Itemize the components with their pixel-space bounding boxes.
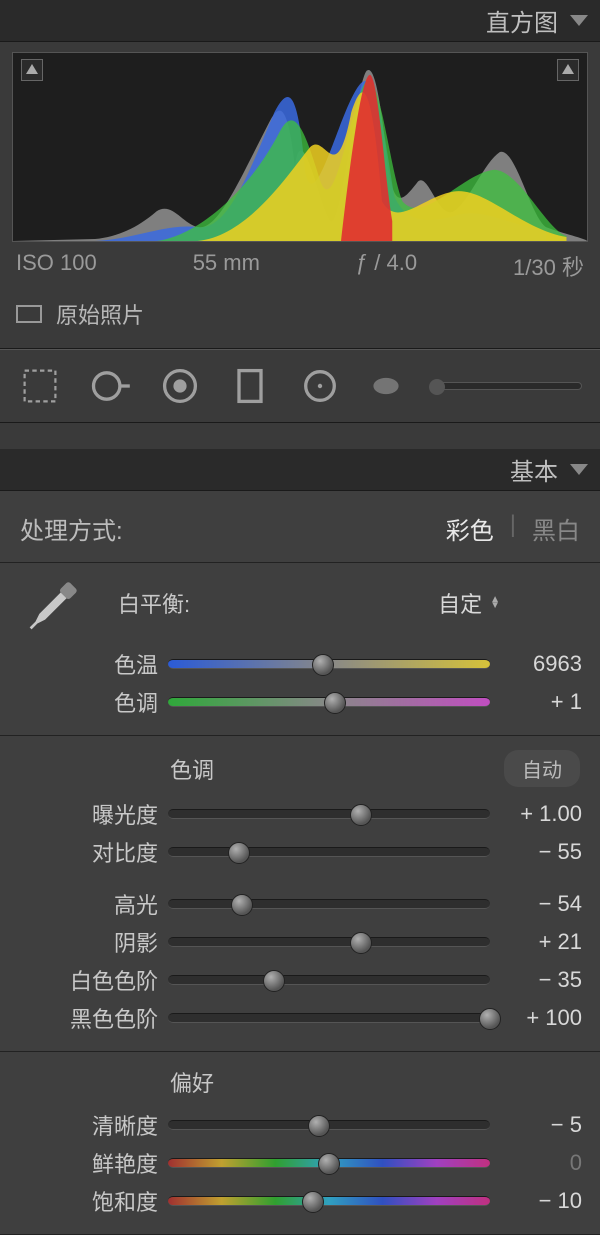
presence-group-header: 偏好 — [0, 1052, 600, 1106]
basic-panel: 处理方式: 彩色 | 黑白 白平衡: 自定 ▲▼ 色温 6963 色调 + 1 … — [0, 491, 600, 1235]
contrast-label: 对比度 — [18, 836, 168, 868]
histogram-panel-title: 直方图 — [486, 3, 558, 38]
updown-icon: ▲▼ — [490, 597, 500, 609]
spot-removal-tool[interactable] — [88, 364, 132, 408]
histogram-display[interactable] — [12, 52, 588, 242]
local-adjust-toolbar — [0, 349, 600, 423]
slider-temp: 色温 6963 — [0, 645, 600, 683]
wb-preset-value: 自定 — [438, 587, 482, 619]
redeye-tool[interactable] — [158, 364, 202, 408]
treatment-bw[interactable]: 黑白 — [532, 511, 580, 546]
vibrance-label: 鲜艳度 — [18, 1147, 168, 1179]
treatment-row: 处理方式: 彩色 | 黑白 — [0, 491, 600, 562]
whites-knob[interactable] — [263, 970, 285, 992]
chevron-down-icon — [570, 464, 588, 475]
exif-focal: 55 mm — [193, 250, 260, 282]
treatment-label: 处理方式: — [20, 511, 123, 546]
separator: | — [510, 511, 516, 546]
tint-label: 色调 — [18, 686, 168, 718]
histogram-panel-header[interactable]: 直方图 — [0, 0, 600, 42]
tone-group-header: 色调 自动 — [0, 736, 600, 795]
highlights-track[interactable] — [168, 899, 490, 909]
highlights-label: 高光 — [18, 888, 168, 920]
rectangle-icon — [16, 305, 42, 323]
exif-aperture: ƒ / 4.0 — [356, 250, 417, 282]
highlights-value[interactable]: − 54 — [490, 891, 582, 917]
brush-tool[interactable] — [368, 364, 404, 408]
eyedropper-icon[interactable] — [20, 581, 78, 639]
slider-highlights: 高光 − 54 — [0, 885, 600, 923]
auto-tone-button[interactable]: 自动 — [504, 750, 580, 787]
shadows-label: 阴影 — [18, 926, 168, 958]
original-label: 原始照片 — [56, 298, 144, 330]
contrast-value[interactable]: − 55 — [490, 839, 582, 865]
presence-title: 偏好 — [170, 1066, 214, 1098]
white-balance-row: 白平衡: 自定 ▲▼ — [0, 563, 600, 645]
blacks-knob[interactable] — [479, 1008, 501, 1030]
blacks-value[interactable]: + 100 — [490, 1005, 582, 1031]
exif-iso: ISO 100 — [16, 250, 97, 282]
basic-panel-header[interactable]: 基本 — [0, 449, 600, 491]
exposure-value[interactable]: + 1.00 — [490, 801, 582, 827]
brush-size-slider[interactable] — [430, 382, 582, 390]
slider-clarity: 清晰度 − 5 — [0, 1106, 600, 1144]
vibrance-track[interactable] — [168, 1158, 490, 1168]
whites-track[interactable] — [168, 975, 490, 985]
radial-filter-tool[interactable] — [298, 364, 342, 408]
clarity-value[interactable]: − 5 — [490, 1112, 582, 1138]
contrast-track[interactable] — [168, 847, 490, 857]
tone-title: 色调 — [170, 753, 214, 785]
contrast-knob[interactable] — [228, 842, 250, 864]
exif-shutter: 1/30 秒 — [513, 250, 584, 282]
saturation-knob[interactable] — [302, 1191, 324, 1213]
tint-knob[interactable] — [324, 692, 346, 714]
saturation-track[interactable] — [168, 1196, 490, 1206]
crop-tool[interactable] — [18, 364, 62, 408]
slider-shadows: 阴影 + 21 — [0, 923, 600, 961]
slider-whites: 白色色阶 − 35 — [0, 961, 600, 999]
whites-value[interactable]: − 35 — [490, 967, 582, 993]
basic-panel-title: 基本 — [510, 452, 558, 487]
clarity-label: 清晰度 — [18, 1109, 168, 1141]
temp-knob[interactable] — [312, 654, 334, 676]
whites-label: 白色色阶 — [18, 964, 168, 996]
blacks-track[interactable] — [168, 1013, 490, 1023]
clarity-knob[interactable] — [308, 1115, 330, 1137]
treatment-color[interactable]: 彩色 — [446, 511, 494, 546]
shadows-knob[interactable] — [350, 932, 372, 954]
slider-tint: 色调 + 1 — [0, 683, 600, 721]
slider-exposure: 曝光度 + 1.00 — [0, 795, 600, 833]
exposure-knob[interactable] — [350, 804, 372, 826]
temp-track[interactable] — [168, 659, 490, 669]
highlights-knob[interactable] — [231, 894, 253, 916]
chevron-down-icon — [570, 15, 588, 26]
exposure-track[interactable] — [168, 809, 490, 819]
white-balance-label: 白平衡: — [118, 587, 190, 619]
saturation-label: 饱和度 — [18, 1185, 168, 1217]
vibrance-knob[interactable] — [318, 1153, 340, 1175]
clarity-track[interactable] — [168, 1120, 490, 1130]
slider-vibrance: 鲜艳度 0 — [0, 1144, 600, 1182]
shadows-value[interactable]: + 21 — [490, 929, 582, 955]
graduated-filter-tool[interactable] — [228, 364, 272, 408]
tint-value[interactable]: + 1 — [490, 689, 582, 715]
temp-label: 色温 — [18, 648, 168, 680]
tint-track[interactable] — [168, 697, 490, 707]
slider-contrast: 对比度 − 55 — [0, 833, 600, 871]
saturation-value[interactable]: − 10 — [490, 1188, 582, 1214]
histogram-panel: ISO 100 55 mm ƒ / 4.0 1/30 秒 原始照片 — [0, 42, 600, 349]
histogram-chart — [13, 53, 587, 241]
shadows-track[interactable] — [168, 937, 490, 947]
temp-value[interactable]: 6963 — [490, 651, 582, 677]
blacks-label: 黑色色阶 — [18, 1002, 168, 1034]
vibrance-value[interactable]: 0 — [490, 1150, 582, 1176]
exif-row: ISO 100 55 mm ƒ / 4.0 1/30 秒 — [12, 242, 588, 286]
exposure-label: 曝光度 — [18, 798, 168, 830]
white-balance-preset[interactable]: 自定 ▲▼ — [438, 587, 580, 619]
slider-blacks: 黑色色阶 + 100 — [0, 999, 600, 1037]
slider-saturation: 饱和度 − 10 — [0, 1182, 600, 1220]
original-photo-toggle[interactable]: 原始照片 — [12, 286, 588, 340]
